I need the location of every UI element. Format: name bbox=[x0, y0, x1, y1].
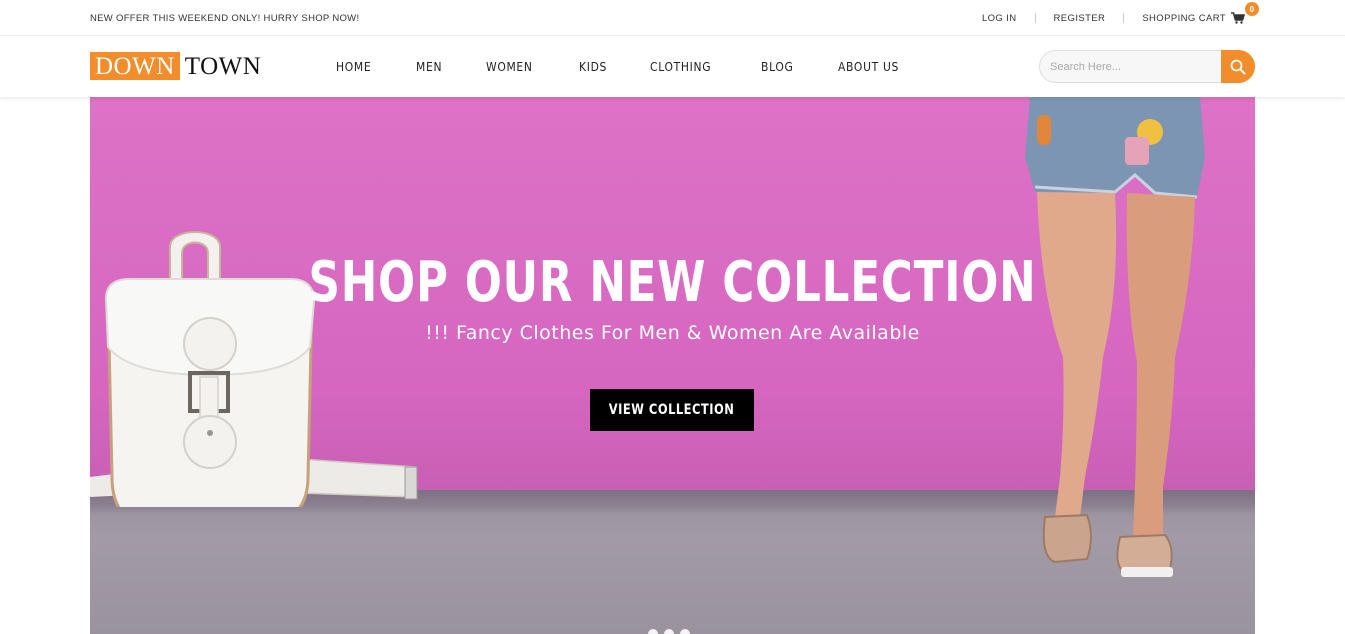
slider-dot-3[interactable] bbox=[680, 629, 690, 634]
account-links: LOG IN REGISTER SHOPPING CART 0 bbox=[982, 2, 1259, 24]
search-icon bbox=[1230, 59, 1246, 74]
nav-about-us[interactable]: ABOUT US bbox=[838, 59, 899, 74]
offer-banner-text: NEW OFFER THIS WEEKEND ONLY! HURRY SHOP … bbox=[90, 13, 360, 24]
nav-women[interactable]: WOMEN bbox=[486, 59, 533, 74]
top-bar: NEW OFFER THIS WEEKEND ONLY! HURRY SHOP … bbox=[0, 0, 1345, 36]
hero-subtitle: !!! Fancy Clothes For Men & Women Are Av… bbox=[425, 322, 920, 344]
nav-men[interactable]: MEN bbox=[416, 59, 442, 74]
divider bbox=[1123, 13, 1125, 23]
model-legs-image bbox=[1025, 97, 1205, 577]
nav-blog[interactable]: BLOG bbox=[761, 59, 794, 74]
nav-kids[interactable]: KIDS bbox=[579, 59, 607, 74]
slider-dot-2[interactable] bbox=[664, 629, 674, 634]
view-collection-button[interactable]: VIEW COLLECTION bbox=[590, 389, 754, 431]
register-link[interactable]: REGISTER bbox=[1054, 13, 1106, 24]
slider-dots bbox=[648, 629, 690, 634]
cart-icon: 0 bbox=[1231, 2, 1259, 24]
search-input[interactable] bbox=[1039, 50, 1229, 83]
nav-clothing[interactable]: CLOTHING bbox=[650, 59, 711, 74]
hero-title: SHOP OUR NEW COLLECTION bbox=[308, 250, 1037, 315]
logo-part-1: DOWN bbox=[90, 52, 180, 80]
hero-slider: SHOP OUR NEW COLLECTION !!! Fancy Clothe… bbox=[90, 97, 1255, 634]
cart-label: SHOPPING CART bbox=[1142, 12, 1226, 24]
login-link[interactable]: LOG IN bbox=[982, 13, 1017, 24]
main-menu: HOME MEN WOMEN KIDS CLOTHING BLOG ABOUT … bbox=[336, 59, 948, 74]
nav-home[interactable]: HOME bbox=[336, 59, 371, 74]
search-box bbox=[1039, 50, 1255, 83]
search-button[interactable] bbox=[1221, 50, 1255, 83]
cart-count-badge: 0 bbox=[1245, 2, 1259, 16]
shopping-cart-link[interactable]: SHOPPING CART 0 bbox=[1142, 2, 1259, 24]
logo-part-2: TOWN bbox=[184, 52, 262, 80]
divider bbox=[1034, 13, 1036, 23]
logo[interactable]: DOWN TOWN bbox=[90, 52, 261, 80]
main-navbar: DOWN TOWN HOME MEN WOMEN KIDS CLOTHING B… bbox=[0, 36, 1345, 97]
slider-dot-1[interactable] bbox=[648, 629, 658, 634]
view-collection-label: VIEW COLLECTION bbox=[609, 402, 735, 418]
